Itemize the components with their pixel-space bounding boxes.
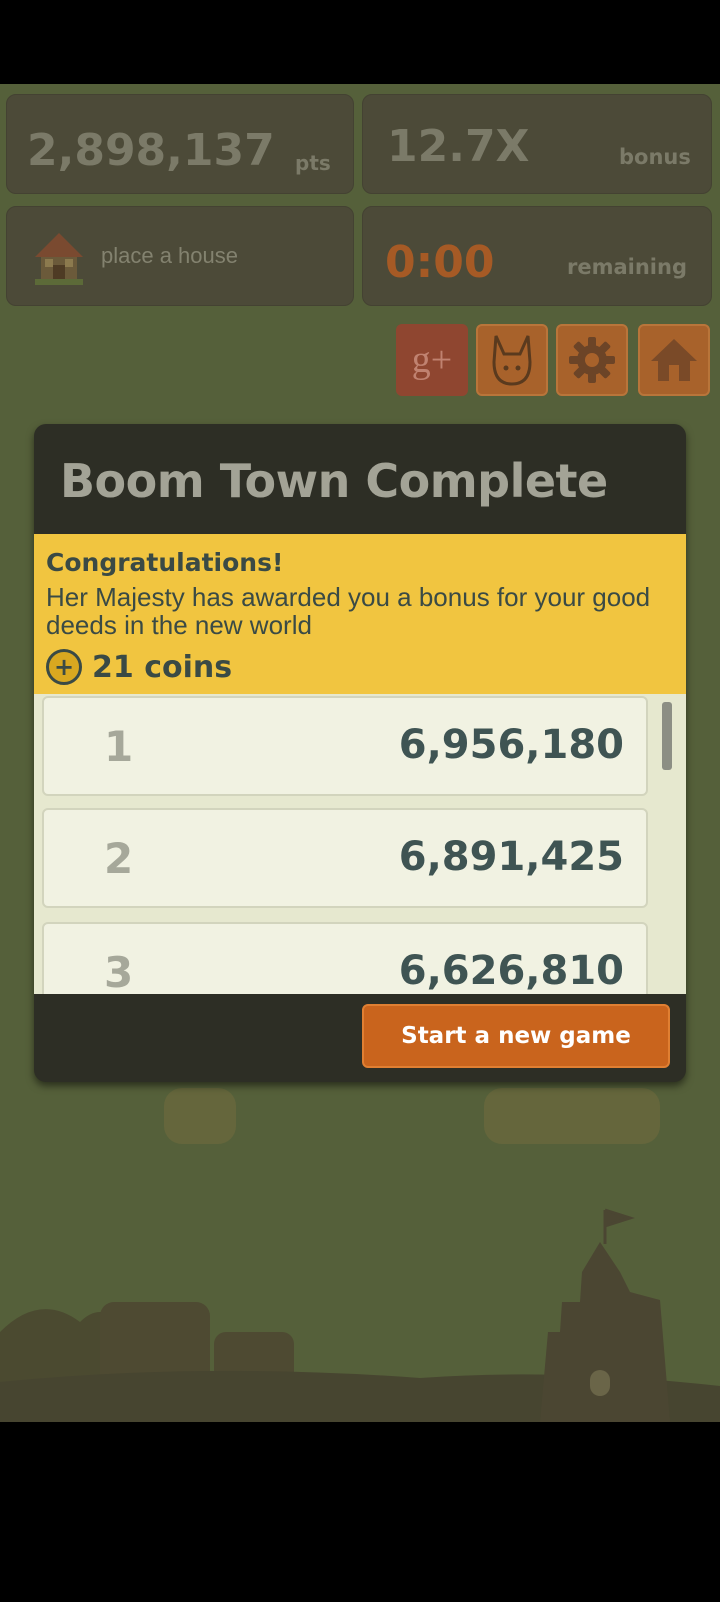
google-plus-icon: g+: [411, 339, 453, 381]
timer-label: remaining: [567, 255, 687, 279]
points-value: 2,898,137: [27, 125, 275, 176]
score-rank: 2: [104, 834, 134, 883]
score-row: 3 6,626,810: [42, 922, 648, 994]
banner-message: Her Majesty has awarded you a bonus for …: [46, 582, 651, 640]
bunny-icon: [492, 335, 532, 386]
home-icon: [651, 339, 697, 381]
settings-button[interactable]: [556, 324, 628, 396]
score-row: 2 6,891,425: [42, 808, 648, 908]
timer-value: 0:00: [385, 237, 495, 288]
home-button[interactable]: [638, 324, 710, 396]
character-button[interactable]: [476, 324, 548, 396]
score-rank: 1: [104, 722, 134, 771]
house-icon: [35, 233, 83, 285]
dialog-title: Boom Town Complete: [60, 454, 608, 508]
place-house-panel[interactable]: place a house: [6, 206, 354, 306]
game-complete-dialog: Boom Town Complete Congratulations! Her …: [34, 424, 686, 1082]
score-value: 6,956,180: [398, 722, 624, 768]
background-blur-right: [484, 1088, 660, 1144]
congratulations-banner: Congratulations! Her Majesty has awarded…: [34, 534, 686, 694]
high-score-list[interactable]: 1 6,956,180 2 6,891,425 3 6,626,810: [34, 694, 686, 994]
points-panel: 2,898,137 pts: [6, 94, 354, 194]
score-value: 6,891,425: [398, 834, 624, 880]
timer-panel: 0:00 remaining: [362, 206, 712, 306]
score-rank: 3: [104, 948, 134, 994]
bonus-label: bonus: [619, 145, 691, 169]
coins-reward: + 21 coins: [46, 649, 674, 685]
bonus-value: 12.7X: [387, 121, 530, 172]
place-house-label: place a house: [101, 243, 238, 268]
score-row: 1 6,956,180: [42, 696, 648, 796]
score-value: 6,626,810: [398, 948, 624, 994]
scenery-illustration: [0, 1208, 720, 1422]
coins-label: 21 coins: [92, 649, 233, 685]
google-plus-button[interactable]: g+: [396, 324, 468, 396]
bonus-panel: 12.7X bonus: [362, 94, 712, 194]
points-label: pts: [295, 151, 331, 175]
coin-plus-icon: +: [46, 649, 82, 685]
list-scrollbar[interactable]: [662, 702, 672, 770]
background-blur-left: [164, 1088, 236, 1144]
start-new-game-button[interactable]: Start a new game: [362, 1004, 670, 1068]
gear-icon: [569, 337, 615, 383]
banner-heading: Congratulations!: [46, 548, 284, 577]
